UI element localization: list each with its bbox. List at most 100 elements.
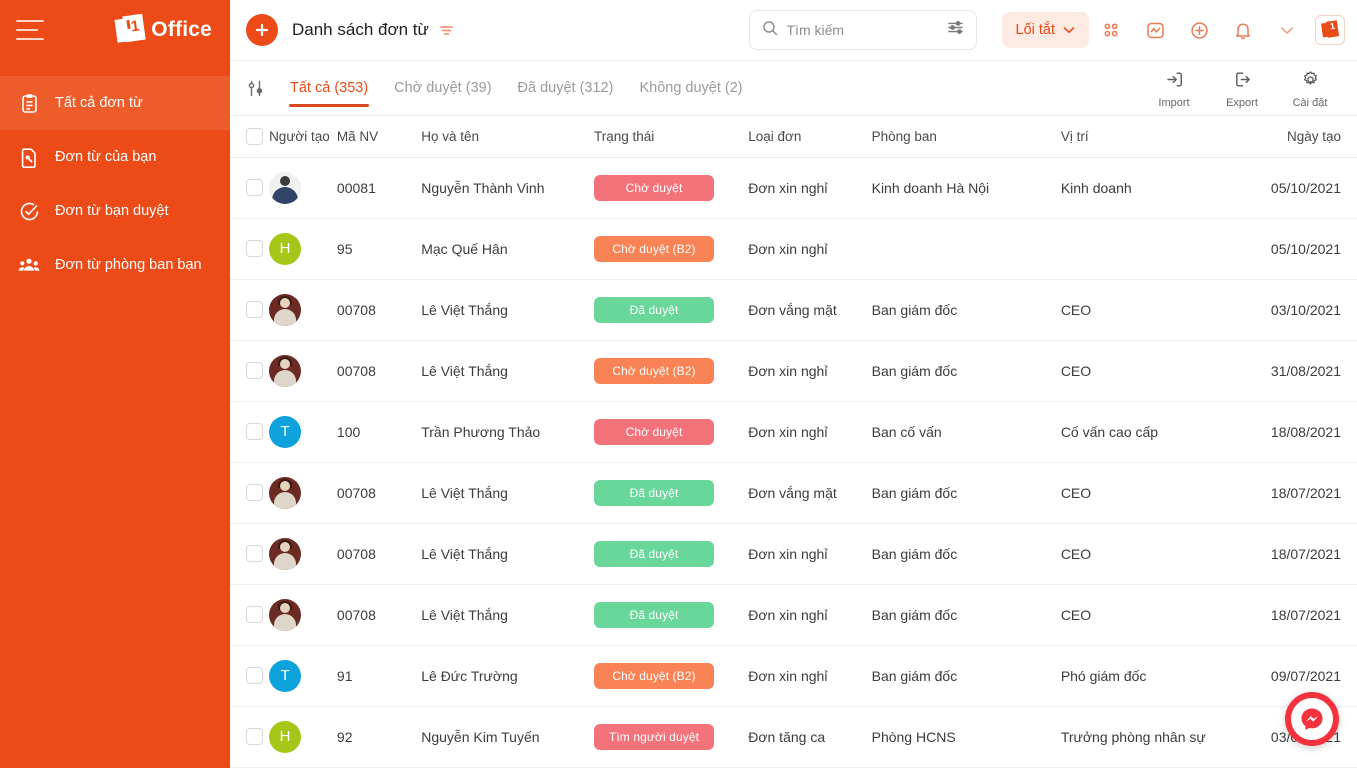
settings-button[interactable]: Cài đặt [1279,68,1341,109]
row-select-cell [230,340,269,401]
col-header-creator[interactable]: Người tạo [269,116,337,157]
add-request-button[interactable] [246,14,278,46]
col-header-request-type[interactable]: Loại đơn [748,116,871,157]
shortcut-label: Lối tắt [1016,22,1056,38]
row-checkbox[interactable] [246,484,263,501]
sidebar-item-label: Đơn từ bạn duyệt [55,203,169,219]
creator-cell [269,157,337,218]
row-checkbox[interactable] [246,423,263,440]
col-header-employee-code[interactable]: Mã NV [337,116,421,157]
department-cell: Ban giám đốc [872,645,1061,706]
avatar[interactable]: T [269,660,301,692]
row-select-cell [230,523,269,584]
avatar[interactable]: T [269,416,301,448]
table-row[interactable]: T100Trần Phương ThảoChờ duyệtĐơn xin ngh… [230,401,1357,462]
apps-grid-icon[interactable] [1089,10,1133,50]
tab-strip: Tất cả (353) Chờ duyệt (39) Đã duyệt (31… [230,60,1357,116]
row-checkbox[interactable] [246,362,263,379]
row-select-cell [230,279,269,340]
employee-code-cell: 92 [337,706,421,767]
avatar[interactable] [269,599,301,631]
table-row[interactable]: 00708Lê Việt ThắngĐã duyệtĐơn xin nghỉBa… [230,523,1357,584]
brand-logo[interactable]: 1 Office [116,15,212,45]
export-button[interactable]: Export [1211,68,1273,109]
tab-approved[interactable]: Đã duyệt (312) [505,61,627,115]
search-filter-icon[interactable] [947,20,964,40]
tab-all[interactable]: Tất cả (353) [277,61,381,115]
import-icon [1165,70,1184,94]
status-cell: Chờ duyệt (B2) [594,218,748,279]
table-row[interactable]: H92Nguyễn Kim TuyếnTìm người duyệtĐơn tă… [230,706,1357,767]
col-header-status[interactable]: Trạng thái [594,116,748,157]
created-date-cell: 03/10/2021 [1236,279,1357,340]
creator-cell [269,523,337,584]
search-box[interactable] [749,10,977,50]
document-icon [18,146,40,168]
search-input[interactable] [787,22,938,38]
avatar[interactable] [269,172,301,204]
table-row[interactable]: 00708Lê Việt ThắngChờ duyệt (B2)Đơn xin … [230,340,1357,401]
column-settings-icon[interactable] [242,61,277,115]
settings-label: Cài đặt [1293,97,1328,109]
row-checkbox[interactable] [246,667,263,684]
table-row[interactable]: T91Lê Đức TrườngChờ duyệt (B2)Đơn xin ng… [230,645,1357,706]
created-date-cell: 05/10/2021 [1236,218,1357,279]
chevron-down-icon[interactable] [1265,10,1309,50]
creator-cell [269,340,337,401]
export-label: Export [1226,97,1258,109]
user-logo-icon[interactable]: 1 [1315,15,1345,45]
search-icon [762,20,778,41]
table-row[interactable]: H95Mạc Quế HânChờ duyệt (B2)Đơn xin nghỉ… [230,218,1357,279]
title-filter-icon[interactable] [439,24,454,37]
status-badge: Chờ duyệt (B2) [594,663,714,689]
brand-name: Office [151,18,212,42]
row-checkbox[interactable] [246,240,263,257]
table-row[interactable]: 00708Lê Việt ThắngĐã duyệtĐơn xin nghỉBa… [230,584,1357,645]
avatar[interactable]: H [269,233,301,265]
messenger-chat-button[interactable] [1285,692,1339,746]
select-all-checkbox[interactable] [246,128,263,145]
avatar[interactable]: H [269,721,301,753]
activity-box-icon[interactable] [1133,10,1177,50]
fullname-cell: Nguyễn Kim Tuyến [421,706,594,767]
employee-code-cell: 00081 [337,157,421,218]
request-type-cell: Đơn xin nghỉ [748,218,871,279]
status-badge: Chờ duyệt (B2) [594,236,714,262]
table-row[interactable]: 00081Nguyễn Thành VinhChờ duyệtĐơn xin n… [230,157,1357,218]
employee-code-cell: 100 [337,401,421,462]
avatar[interactable] [269,477,301,509]
tab-rejected[interactable]: Không duyệt (2) [626,61,755,115]
table-row[interactable]: 00708Lê Việt ThắngĐã duyệtĐơn vắng mặtBa… [230,279,1357,340]
shortcut-button[interactable]: Lối tắt [1002,12,1090,48]
sidebar-item-department-requests[interactable]: Đơn từ phòng ban bạn [0,238,230,292]
messenger-icon [1299,706,1325,732]
bell-icon[interactable] [1221,10,1265,50]
col-header-department[interactable]: Phòng ban [872,116,1061,157]
row-checkbox[interactable] [246,179,263,196]
gear-icon [1301,70,1320,94]
col-header-fullname[interactable]: Họ và tên [421,116,594,157]
status-cell: Chờ duyệt [594,157,748,218]
created-date-cell: 31/08/2021 [1236,340,1357,401]
import-button[interactable]: Import [1143,68,1205,109]
row-checkbox[interactable] [246,301,263,318]
sidebar-item-requests-you-approve[interactable]: Đơn từ bạn duyệt [0,184,230,238]
fullname-cell: Lê Việt Thắng [421,523,594,584]
fullname-cell: Mạc Quế Hân [421,218,594,279]
sidebar-item-all-requests[interactable]: Tất cả đơn từ [0,76,230,130]
col-header-created-date[interactable]: Ngày tạo [1236,116,1357,157]
row-checkbox[interactable] [246,606,263,623]
avatar[interactable] [269,538,301,570]
plus-circle-icon[interactable] [1177,10,1221,50]
hamburger-menu-icon[interactable] [16,20,44,40]
fullname-cell: Lê Đức Trường [421,645,594,706]
row-checkbox[interactable] [246,728,263,745]
tab-pending[interactable]: Chờ duyệt (39) [381,61,504,115]
table-row[interactable]: 00708Lê Việt ThắngĐã duyệtĐơn vắng mặtBa… [230,462,1357,523]
avatar[interactable] [269,294,301,326]
col-header-position[interactable]: Vị trí [1061,116,1236,157]
sidebar-item-your-requests[interactable]: Đơn từ của bạn [0,130,230,184]
avatar[interactable] [269,355,301,387]
department-cell [872,218,1061,279]
row-checkbox[interactable] [246,545,263,562]
